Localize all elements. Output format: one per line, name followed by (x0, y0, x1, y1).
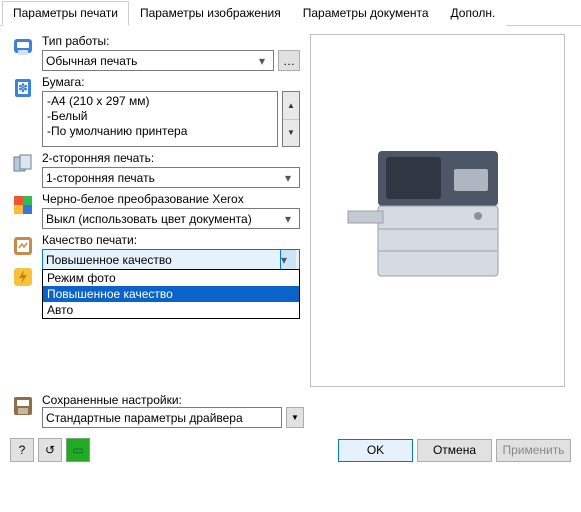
job-type-label: Тип работы: (42, 34, 300, 48)
paper-label: Бумага: (42, 75, 300, 89)
help-icon: ? (19, 443, 26, 457)
chevron-down-icon: ▼ (283, 120, 299, 147)
quality-select[interactable]: Повышенное качество ▾ (42, 249, 300, 270)
quality-dropdown-list: Режим фото Повышенное качество Авто (42, 269, 300, 319)
quality-label: Качество печати: (42, 233, 300, 247)
printer-preview (310, 34, 565, 387)
color-icon (10, 192, 36, 218)
tab-strip: Параметры печати Параметры изображения П… (0, 0, 581, 26)
saved-settings-icon (10, 393, 36, 419)
bw-label: Черно-белое преобразование Xerox (42, 192, 300, 206)
reset-button[interactable]: ↺ (38, 438, 62, 462)
option-label: Повышенное качество (47, 287, 173, 301)
paper-list[interactable]: -A4 (210 x 297 мм) -Белый -По умолчанию … (42, 91, 278, 147)
bw-value: Выкл (использовать цвет документа) (46, 212, 252, 226)
apply-button[interactable]: Применить (496, 439, 571, 462)
quality-option[interactable]: Повышенное качество (43, 286, 299, 302)
tab-image-options[interactable]: Параметры изображения (129, 1, 292, 26)
tab-label: Параметры документа (303, 6, 429, 20)
job-type-value: Обычная печать (46, 54, 137, 68)
quality-option[interactable]: Режим фото (43, 270, 299, 286)
cancel-button[interactable]: Отмена (417, 439, 492, 462)
printer-image-icon (338, 111, 538, 311)
duplex-icon (10, 151, 36, 177)
eco-button[interactable]: ▭ (66, 438, 90, 462)
paper-line: -A4 (210 x 297 мм) (47, 94, 273, 109)
quality-option[interactable]: Авто (43, 302, 299, 318)
paper-line: -Белый (47, 109, 273, 124)
tab-document-options[interactable]: Параметры документа (292, 1, 440, 26)
paper-spinner[interactable]: ▲ ▼ (282, 91, 300, 147)
quality-value: Повышенное качество (46, 253, 172, 267)
svg-text:✽: ✽ (18, 81, 28, 95)
chevron-down-icon: ▾ (280, 171, 296, 185)
chevron-down-icon: ▾ (280, 250, 296, 269)
bw-select[interactable]: Выкл (использовать цвет документа) ▾ (42, 208, 300, 229)
saved-dropdown-button[interactable]: ▼ (286, 407, 304, 428)
tab-print-options[interactable]: Параметры печати (2, 1, 129, 26)
help-button[interactable]: ? (10, 438, 34, 462)
chevron-down-icon: ▼ (291, 413, 299, 422)
option-label: Режим фото (47, 271, 116, 285)
lightning-icon (10, 264, 36, 290)
job-type-select[interactable]: Обычная печать ▾ (42, 50, 274, 71)
saved-select[interactable]: Стандартные параметры драйвера (42, 407, 282, 428)
printer-icon (10, 34, 36, 60)
chevron-up-icon: ▲ (283, 92, 299, 120)
button-label: Отмена (433, 443, 476, 457)
reset-icon: ↺ (45, 443, 55, 457)
option-label: Авто (47, 303, 73, 317)
button-label: Применить (502, 443, 564, 457)
tab-label: Параметры изображения (140, 6, 281, 20)
chevron-down-icon: ▾ (254, 54, 270, 68)
saved-label: Сохраненные настройки: (42, 393, 304, 407)
ellipsis-icon: … (283, 54, 295, 68)
ok-button[interactable]: OK (338, 439, 413, 462)
tab-advanced[interactable]: Дополн. (440, 1, 507, 26)
eco-icon: ▭ (72, 443, 83, 457)
duplex-label: 2-сторонняя печать: (42, 151, 300, 165)
tab-label: Параметры печати (13, 6, 118, 20)
duplex-value: 1-сторонняя печать (46, 171, 155, 185)
job-type-more-button[interactable]: … (278, 50, 300, 71)
button-label: OK (367, 443, 384, 457)
quality-icon (10, 233, 36, 259)
saved-value: Стандартные параметры драйвера (46, 411, 243, 425)
tab-label: Дополн. (451, 6, 496, 20)
paper-icon: ✽ (10, 75, 36, 101)
chevron-down-icon: ▾ (280, 212, 296, 226)
duplex-select[interactable]: 1-сторонняя печать ▾ (42, 167, 300, 188)
paper-line: -По умолчанию принтера (47, 124, 273, 139)
